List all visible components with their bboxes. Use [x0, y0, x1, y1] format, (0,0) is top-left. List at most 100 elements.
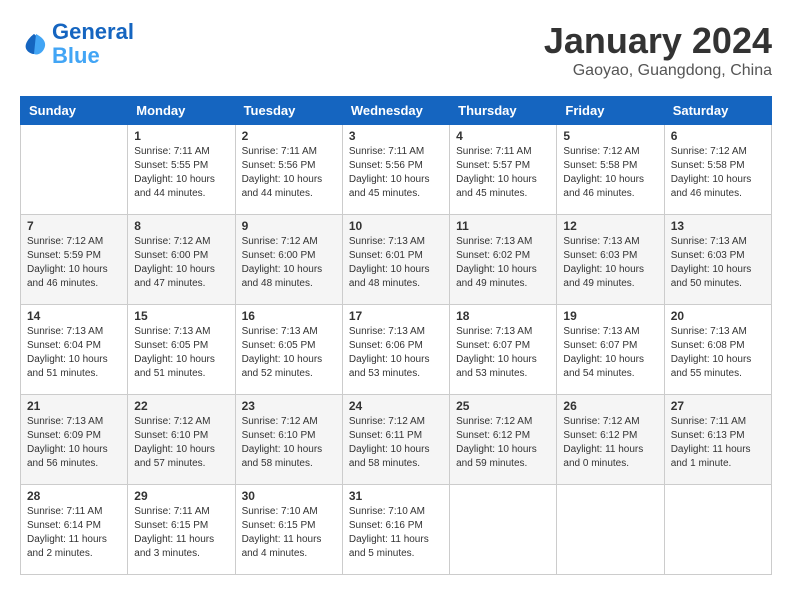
logo-icon [20, 30, 48, 58]
calendar-cell: 10 Sunrise: 7:13 AMSunset: 6:01 PMDaylig… [342, 215, 449, 305]
day-number: 12 [563, 219, 657, 233]
day-info: Sunrise: 7:12 AMSunset: 5:59 PMDaylight:… [27, 235, 121, 291]
calendar-cell: 8 Sunrise: 7:12 AMSunset: 6:00 PMDayligh… [128, 215, 235, 305]
day-info: Sunrise: 7:12 AMSunset: 5:58 PMDaylight:… [671, 145, 765, 201]
calendar-cell: 21 Sunrise: 7:13 AMSunset: 6:09 PMDaylig… [21, 395, 128, 485]
day-info: Sunrise: 7:12 AMSunset: 6:11 PMDaylight:… [349, 415, 443, 471]
day-number: 29 [134, 489, 228, 503]
day-info: Sunrise: 7:11 AMSunset: 5:57 PMDaylight:… [456, 145, 550, 201]
day-number: 24 [349, 399, 443, 413]
title-block: January 2024 Gaoyao, Guangdong, China [544, 20, 772, 80]
calendar-cell: 17 Sunrise: 7:13 AMSunset: 6:06 PMDaylig… [342, 305, 449, 395]
day-number: 1 [134, 129, 228, 143]
header-day-thursday: Thursday [450, 97, 557, 125]
calendar-table: SundayMondayTuesdayWednesdayThursdayFrid… [20, 96, 772, 575]
day-number: 17 [349, 309, 443, 323]
day-info: Sunrise: 7:13 AMSunset: 6:09 PMDaylight:… [27, 415, 121, 471]
day-info: Sunrise: 7:11 AMSunset: 5:56 PMDaylight:… [349, 145, 443, 201]
calendar-cell: 23 Sunrise: 7:12 AMSunset: 6:10 PMDaylig… [235, 395, 342, 485]
day-number: 27 [671, 399, 765, 413]
page-header: GeneralBlue January 2024 Gaoyao, Guangdo… [20, 20, 772, 80]
week-row-5: 28 Sunrise: 7:11 AMSunset: 6:14 PMDaylig… [21, 485, 772, 575]
day-info: Sunrise: 7:13 AMSunset: 6:04 PMDaylight:… [27, 325, 121, 381]
calendar-cell [450, 485, 557, 575]
calendar-cell: 6 Sunrise: 7:12 AMSunset: 5:58 PMDayligh… [664, 125, 771, 215]
day-info: Sunrise: 7:12 AMSunset: 6:10 PMDaylight:… [242, 415, 336, 471]
day-number: 20 [671, 309, 765, 323]
day-number: 22 [134, 399, 228, 413]
calendar-cell: 24 Sunrise: 7:12 AMSunset: 6:11 PMDaylig… [342, 395, 449, 485]
calendar-cell: 9 Sunrise: 7:12 AMSunset: 6:00 PMDayligh… [235, 215, 342, 305]
calendar-subtitle: Gaoyao, Guangdong, China [544, 62, 772, 80]
calendar-cell: 30 Sunrise: 7:10 AMSunset: 6:15 PMDaylig… [235, 485, 342, 575]
calendar-cell: 7 Sunrise: 7:12 AMSunset: 5:59 PMDayligh… [21, 215, 128, 305]
calendar-cell: 14 Sunrise: 7:13 AMSunset: 6:04 PMDaylig… [21, 305, 128, 395]
day-number: 3 [349, 129, 443, 143]
week-row-3: 14 Sunrise: 7:13 AMSunset: 6:04 PMDaylig… [21, 305, 772, 395]
day-number: 15 [134, 309, 228, 323]
day-info: Sunrise: 7:12 AMSunset: 6:00 PMDaylight:… [242, 235, 336, 291]
calendar-cell: 16 Sunrise: 7:13 AMSunset: 6:05 PMDaylig… [235, 305, 342, 395]
day-number: 23 [242, 399, 336, 413]
day-number: 21 [27, 399, 121, 413]
calendar-cell: 25 Sunrise: 7:12 AMSunset: 6:12 PMDaylig… [450, 395, 557, 485]
logo: GeneralBlue [20, 20, 134, 68]
day-info: Sunrise: 7:13 AMSunset: 6:05 PMDaylight:… [242, 325, 336, 381]
calendar-cell: 26 Sunrise: 7:12 AMSunset: 6:12 PMDaylig… [557, 395, 664, 485]
day-number: 28 [27, 489, 121, 503]
calendar-cell [557, 485, 664, 575]
calendar-cell: 3 Sunrise: 7:11 AMSunset: 5:56 PMDayligh… [342, 125, 449, 215]
day-number: 30 [242, 489, 336, 503]
day-info: Sunrise: 7:13 AMSunset: 6:07 PMDaylight:… [456, 325, 550, 381]
day-number: 2 [242, 129, 336, 143]
calendar-cell: 28 Sunrise: 7:11 AMSunset: 6:14 PMDaylig… [21, 485, 128, 575]
day-number: 7 [27, 219, 121, 233]
calendar-cell: 13 Sunrise: 7:13 AMSunset: 6:03 PMDaylig… [664, 215, 771, 305]
day-number: 19 [563, 309, 657, 323]
day-info: Sunrise: 7:13 AMSunset: 6:05 PMDaylight:… [134, 325, 228, 381]
day-info: Sunrise: 7:13 AMSunset: 6:02 PMDaylight:… [456, 235, 550, 291]
calendar-cell: 11 Sunrise: 7:13 AMSunset: 6:02 PMDaylig… [450, 215, 557, 305]
header-row: SundayMondayTuesdayWednesdayThursdayFrid… [21, 97, 772, 125]
day-info: Sunrise: 7:10 AMSunset: 6:16 PMDaylight:… [349, 505, 443, 561]
header-day-sunday: Sunday [21, 97, 128, 125]
calendar-cell [21, 125, 128, 215]
header-day-wednesday: Wednesday [342, 97, 449, 125]
calendar-cell: 18 Sunrise: 7:13 AMSunset: 6:07 PMDaylig… [450, 305, 557, 395]
day-info: Sunrise: 7:12 AMSunset: 5:58 PMDaylight:… [563, 145, 657, 201]
day-number: 31 [349, 489, 443, 503]
week-row-4: 21 Sunrise: 7:13 AMSunset: 6:09 PMDaylig… [21, 395, 772, 485]
day-number: 18 [456, 309, 550, 323]
day-info: Sunrise: 7:11 AMSunset: 5:56 PMDaylight:… [242, 145, 336, 201]
calendar-cell [664, 485, 771, 575]
day-number: 16 [242, 309, 336, 323]
week-row-2: 7 Sunrise: 7:12 AMSunset: 5:59 PMDayligh… [21, 215, 772, 305]
calendar-cell: 19 Sunrise: 7:13 AMSunset: 6:07 PMDaylig… [557, 305, 664, 395]
day-info: Sunrise: 7:13 AMSunset: 6:03 PMDaylight:… [671, 235, 765, 291]
day-info: Sunrise: 7:12 AMSunset: 6:12 PMDaylight:… [563, 415, 657, 471]
day-number: 13 [671, 219, 765, 233]
calendar-cell: 12 Sunrise: 7:13 AMSunset: 6:03 PMDaylig… [557, 215, 664, 305]
calendar-cell: 20 Sunrise: 7:13 AMSunset: 6:08 PMDaylig… [664, 305, 771, 395]
day-info: Sunrise: 7:13 AMSunset: 6:03 PMDaylight:… [563, 235, 657, 291]
calendar-title: January 2024 [544, 20, 772, 62]
day-number: 6 [671, 129, 765, 143]
calendar-cell: 22 Sunrise: 7:12 AMSunset: 6:10 PMDaylig… [128, 395, 235, 485]
day-info: Sunrise: 7:11 AMSunset: 6:13 PMDaylight:… [671, 415, 765, 471]
week-row-1: 1 Sunrise: 7:11 AMSunset: 5:55 PMDayligh… [21, 125, 772, 215]
header-day-tuesday: Tuesday [235, 97, 342, 125]
day-number: 11 [456, 219, 550, 233]
day-number: 5 [563, 129, 657, 143]
calendar-cell: 29 Sunrise: 7:11 AMSunset: 6:15 PMDaylig… [128, 485, 235, 575]
calendar-cell: 31 Sunrise: 7:10 AMSunset: 6:16 PMDaylig… [342, 485, 449, 575]
calendar-cell: 2 Sunrise: 7:11 AMSunset: 5:56 PMDayligh… [235, 125, 342, 215]
logo-text: GeneralBlue [52, 20, 134, 68]
day-number: 25 [456, 399, 550, 413]
day-info: Sunrise: 7:13 AMSunset: 6:06 PMDaylight:… [349, 325, 443, 381]
calendar-cell: 1 Sunrise: 7:11 AMSunset: 5:55 PMDayligh… [128, 125, 235, 215]
day-number: 14 [27, 309, 121, 323]
header-day-saturday: Saturday [664, 97, 771, 125]
calendar-cell: 5 Sunrise: 7:12 AMSunset: 5:58 PMDayligh… [557, 125, 664, 215]
calendar-cell: 15 Sunrise: 7:13 AMSunset: 6:05 PMDaylig… [128, 305, 235, 395]
day-number: 10 [349, 219, 443, 233]
